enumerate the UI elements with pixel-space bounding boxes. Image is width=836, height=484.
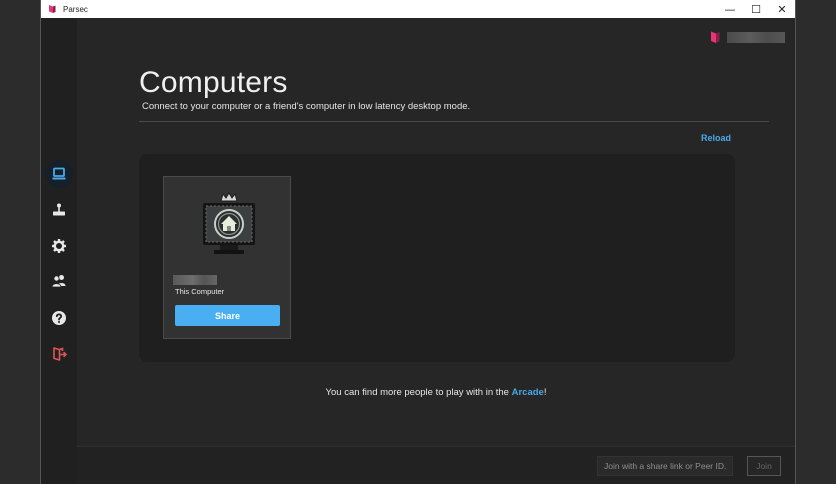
sidebar <box>41 18 77 484</box>
join-button[interactable]: Join <box>747 456 781 476</box>
sidebar-item-friends[interactable] <box>45 267 73 295</box>
computers-panel: This Computer Share <box>139 154 735 362</box>
sidebar-item-settings[interactable] <box>45 232 73 260</box>
title-bar: Parsec — ☐ ✕ <box>41 0 795 18</box>
sidebar-item-logout[interactable] <box>45 340 73 368</box>
gear-icon <box>52 239 66 253</box>
reload-link[interactable]: Reload <box>701 133 731 143</box>
arcade-hint: You can find more people to play with in… <box>77 387 795 398</box>
arcade-link[interactable]: Arcade <box>512 387 544 398</box>
window-title: Parsec <box>63 4 88 14</box>
help-icon <box>52 311 66 325</box>
sidebar-item-arcade[interactable] <box>45 196 73 224</box>
arcade-hint-suffix: ! <box>543 387 547 398</box>
friends-icon <box>51 275 66 288</box>
parsec-logo-icon <box>47 4 57 14</box>
minimize-button[interactable]: — <box>717 0 743 18</box>
close-button[interactable]: ✕ <box>769 0 795 18</box>
computers-page: Computers Connect to your computer or a … <box>77 54 795 447</box>
sidebar-item-computers[interactable] <box>45 160 73 188</box>
parsec-logo-icon <box>711 31 720 43</box>
arcade-joystick-icon <box>53 203 65 216</box>
home-computer-icon <box>203 192 255 254</box>
page-subtitle: Connect to your computer or a friend's c… <box>142 101 471 112</box>
maximize-button[interactable]: ☐ <box>743 0 769 18</box>
account-name-redacted[interactable] <box>727 32 785 43</box>
app-window: Parsec — ☐ ✕ Computers Connect to your c… <box>40 0 796 484</box>
header-divider <box>139 121 769 122</box>
join-input[interactable] <box>597 456 733 476</box>
page-title: Computers <box>139 66 288 99</box>
top-bar <box>77 18 795 55</box>
computer-card[interactable]: This Computer Share <box>163 176 291 339</box>
join-bar: Join <box>77 446 795 484</box>
window-controls: — ☐ ✕ <box>717 0 795 18</box>
arcade-hint-text: You can find more people to play with in… <box>325 387 512 398</box>
computer-name-redacted <box>173 275 217 285</box>
sidebar-item-help[interactable] <box>45 304 73 332</box>
share-button[interactable]: Share <box>175 305 280 326</box>
logout-icon <box>53 347 67 361</box>
computer-label: This Computer <box>175 287 225 296</box>
computer-icon <box>52 167 66 180</box>
